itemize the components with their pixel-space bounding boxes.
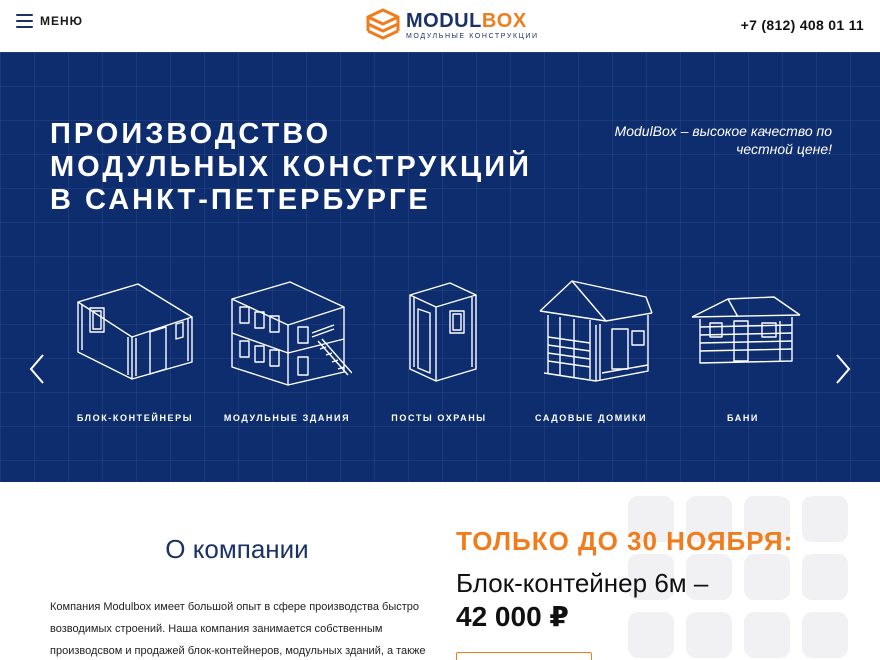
hero-title-line: МОДУЛЬНЫХ КОНСТРУКЦИЙ [50,151,532,183]
modular-building-drawing-icon [231,281,352,386]
slider-next-arrow-icon[interactable] [834,352,852,386]
slider-prev-arrow-icon[interactable] [28,352,46,386]
site-header: МЕНЮ MODULBOX МОДУЛЬНЫЕ КОНСТРУКЦИИ +7 (… [0,0,880,52]
guard-post-drawing-icon [409,282,477,382]
logo-name-part2: BOX [481,10,527,32]
product-label: ПОСТЫ ОХРАНЫ [391,413,487,423]
logo-box-icon [366,8,400,40]
block-container-drawing-icon [77,283,193,380]
phone-link[interactable]: +7 (812) 408 01 11 [741,17,864,33]
product-garden-houses[interactable]: САДОВЫЕ ДОМИКИ [516,277,666,437]
content-section: О компании Компания Modulbox имеет больш… [0,482,880,660]
hero-banner: ПРОИЗВОДСТВО МОДУЛЬНЫХ КОНСТРУКЦИЙ В САН… [0,52,880,482]
hero-title: ПРОИЗВОДСТВО МОДУЛЬНЫХ КОНСТРУКЦИЙ В САН… [50,118,532,217]
site-logo[interactable]: MODULBOX МОДУЛЬНЫЕ КОНСТРУКЦИИ [364,6,539,44]
about-title: О компании [165,534,309,564]
menu-label: МЕНЮ [40,14,84,28]
menu-button[interactable]: МЕНЮ [16,14,83,28]
product-carousel: БЛОК-КОНТЕЙНЕРЫ МОДУЛЬНЫЕ ЗДАНИЯ ПОСТЫ О… [60,277,820,437]
product-label: БЛОК-КОНТЕЙНЕРЫ [76,413,194,423]
logo-name-part1: MODUL [406,10,482,32]
hero-title-line: ПРОИЗВОДСТВО [50,118,332,150]
product-block-containers[interactable]: БЛОК-КОНТЕЙНЕРЫ [60,277,210,437]
bathhouse-drawing-icon [691,296,801,364]
logo-subtitle: МОДУЛЬНЫЕ КОНСТРУКЦИИ [406,33,539,40]
promo-headline: ТОЛЬКО ДО 30 НОЯБРЯ: [456,526,794,556]
product-modular-buildings[interactable]: МОДУЛЬНЫЕ ЗДАНИЯ [212,277,362,437]
about-text: Компания Modulbox имеет большой опыт в с… [50,601,426,657]
product-guard-posts[interactable]: ПОСТЫ ОХРАНЫ [364,277,514,437]
promo-price: 42 000 ₽ [456,601,569,632]
hero-slogan: ModulBox – высокое качество по честной ц… [614,123,832,157]
hamburger-icon [16,14,33,28]
product-bathhouses[interactable]: БАНИ [668,277,818,437]
product-label: САДОВЫЕ ДОМИКИ [534,413,648,423]
promo-order-button[interactable] [456,652,592,660]
product-label: МОДУЛЬНЫЕ ЗДАНИЯ [223,413,351,423]
hero-title-line: В САНКТ-ПЕТЕРБУРГЕ [50,184,431,216]
product-label: БАНИ [727,413,759,423]
garden-house-drawing-icon [539,280,653,382]
promo-product: Блок-контейнер 6м – [456,568,709,598]
